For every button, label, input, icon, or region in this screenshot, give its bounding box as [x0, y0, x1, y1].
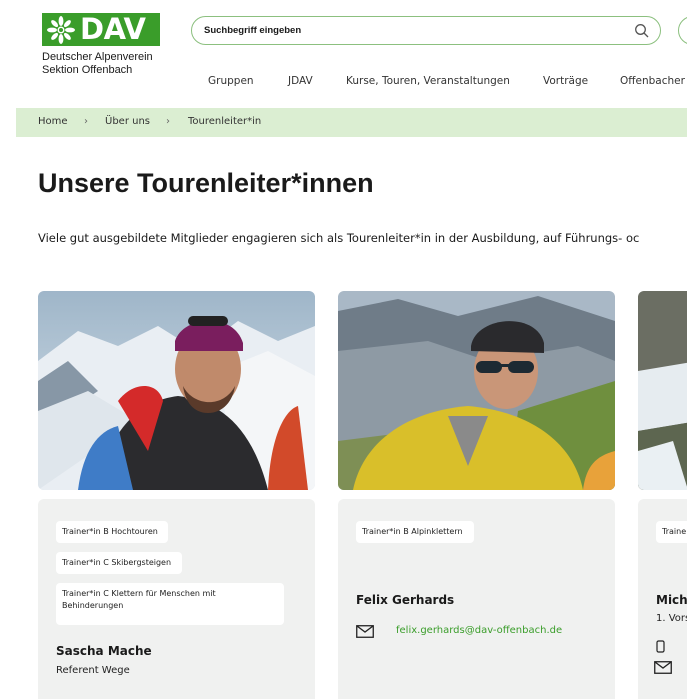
person-name: Micha	[656, 593, 687, 607]
qualification-tag: Trainer*in C Klettern für Menschen mit B…	[56, 583, 284, 625]
brand-subtitle: Deutscher Alpenverein Sektion Offenbach	[42, 51, 153, 77]
breadcrumb-home[interactable]: Home	[38, 116, 68, 127]
breadcrumb-current: Tourenleiter*in	[188, 116, 262, 127]
qualification-tag: Trainer*in C Skibergsteigen	[56, 552, 182, 574]
phone-icon	[656, 638, 666, 657]
person-name: Sascha Mache	[56, 644, 152, 658]
nav-item-offenbacher[interactable]: Offenbacher	[620, 75, 685, 87]
dav-logo[interactable]: DAV	[42, 13, 160, 46]
breadcrumb-ueber-uns[interactable]: Über uns	[105, 116, 150, 127]
qualification-tag-line: Behinderungen	[62, 601, 124, 610]
search-bar[interactable]	[191, 16, 661, 45]
logo-text: DAV	[80, 12, 146, 46]
qualification-tag-line: Trainer*in C Klettern für Menschen mit	[62, 589, 216, 598]
edelweiss-icon	[46, 15, 76, 45]
person-role: 1. Vors	[656, 613, 687, 624]
tourenleiter-photo-micha[interactable]	[638, 291, 687, 490]
nav-item-gruppen[interactable]: Gruppen	[208, 75, 254, 87]
page-title: Unsere Tourenleiter*innen	[38, 168, 374, 198]
qualification-tag: Trainer*in B Hochtouren	[56, 521, 168, 543]
nav-item-jdav[interactable]: JDAV	[288, 75, 313, 87]
nav-item-vortraege[interactable]: Vorträge	[543, 75, 588, 87]
tourenleiter-card-1: Trainer*in B Hochtouren Trainer*in C Ski…	[38, 499, 315, 699]
search-input[interactable]	[202, 24, 606, 37]
chevron-right-icon: ›	[84, 116, 88, 127]
person-name: Felix Gerhards	[356, 593, 455, 607]
tourenleiter-card-2: Trainer*in B Alpinklettern Felix Gerhard…	[338, 499, 615, 699]
search-icon[interactable]	[634, 23, 650, 39]
mail-icon	[654, 659, 672, 678]
qualification-tag: Traine	[656, 521, 687, 543]
brand-line-1: Deutscher Alpenverein	[42, 51, 153, 63]
tourenleiter-photo-felix[interactable]	[338, 291, 615, 490]
person-role: Referent Wege	[56, 665, 130, 676]
breadcrumb: Home › Über uns › Tourenleiter*in	[16, 108, 687, 137]
intro-text: Viele gut ausgebildete Mitglieder engagi…	[38, 231, 640, 245]
brand-line-2: Sektion Offenbach	[42, 64, 133, 76]
tourenleiter-photo-sascha[interactable]	[38, 291, 315, 490]
mail-icon	[356, 623, 374, 642]
tourenleiter-card-3: Traine Micha 1. Vors	[638, 499, 687, 699]
qualification-tag: Trainer*in B Alpinklettern	[356, 521, 474, 543]
header-extra-button[interactable]	[678, 16, 687, 45]
chevron-right-icon: ›	[166, 116, 170, 127]
nav-item-kurse[interactable]: Kurse, Touren, Veranstaltungen	[346, 75, 510, 87]
email-link[interactable]: felix.gerhards@dav-offenbach.de	[396, 625, 562, 636]
